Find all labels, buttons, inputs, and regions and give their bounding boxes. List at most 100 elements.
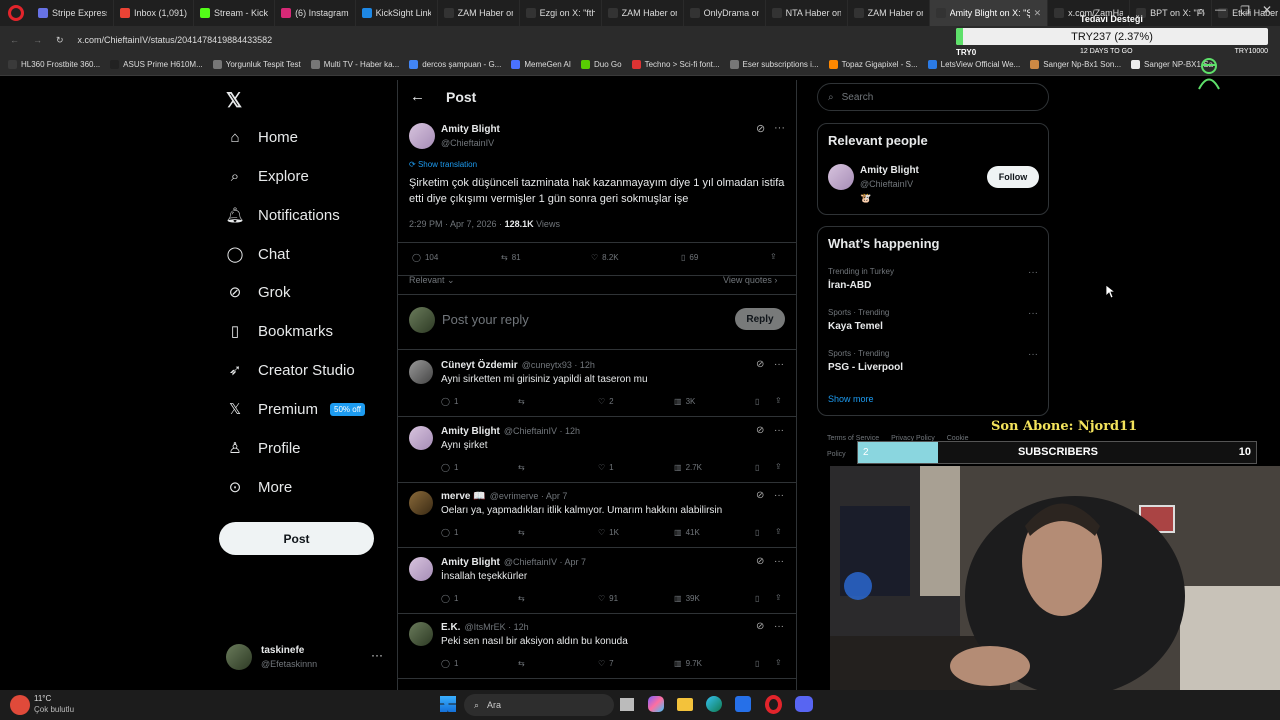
reply-button[interactable]: Reply — [735, 308, 785, 330]
post-time[interactable]: 2:29 PM · Apr 7, 2026 · — [409, 219, 505, 229]
browser-tab[interactable]: OnlyDrama on — [684, 0, 766, 26]
bookmark-icon[interactable]: ▯ — [755, 463, 759, 472]
sort-dropdown[interactable]: Relevant ⌄ — [409, 275, 455, 286]
replies-action[interactable]: ◯ 1 — [441, 659, 458, 668]
avatar[interactable] — [409, 123, 435, 149]
more-dots-icon[interactable]: ··· — [1028, 308, 1038, 319]
bookmark-item[interactable]: Duo Go — [581, 60, 622, 69]
reply-input[interactable]: Post your reply — [442, 312, 529, 327]
likes-action[interactable]: ♡ 91 — [598, 594, 618, 603]
close-window-button[interactable]: ✕ — [1262, 3, 1272, 17]
trend-item[interactable]: Sports · Trending PSG - Liverpool ··· — [818, 349, 1048, 385]
start-button[interactable] — [440, 696, 456, 712]
view-quotes-link[interactable]: View quotes › — [723, 275, 777, 285]
replies-action[interactable]: ◯ 1 — [441, 594, 458, 603]
author-name[interactable]: Amity Blight — [441, 124, 500, 135]
browser-tab[interactable]: ZAM Haber on — [602, 0, 684, 26]
share-icon[interactable]: ⇪ — [775, 396, 782, 405]
browser-tab[interactable]: NTA Haber on — [766, 0, 848, 26]
bookmark-item[interactable]: Techno > Sci-fi font... — [631, 60, 720, 69]
weather-temperature[interactable]: 11°C — [34, 694, 51, 703]
nav-item-notifications[interactable]: 🔔︎ Notifications — [225, 206, 339, 225]
browser-tab[interactable]: KickSight Link — [356, 0, 438, 26]
bookmark-item[interactable]: Yorgunluk Tespit Test — [212, 60, 301, 69]
bookmark-item[interactable]: Eser subscriptions i... — [729, 60, 819, 69]
repost-action[interactable]: ⇆ 81 — [501, 253, 521, 262]
reply-author-handle[interactable]: @ChieftainIV · 12h — [504, 426, 580, 436]
more-dots-icon[interactable]: ··· — [774, 359, 784, 370]
likes-action[interactable]: ♡ 1K — [598, 528, 619, 537]
search-input[interactable]: ⌕ Search — [817, 83, 1049, 111]
nav-item-grok[interactable]: ⊘ Grok — [226, 283, 291, 302]
share-icon[interactable]: ⇪ — [775, 527, 782, 536]
bookmark-item[interactable]: dercos şampuan - G... — [409, 60, 501, 69]
replies-action[interactable]: ◯ 1 — [441, 397, 458, 406]
browser-tab[interactable]: Stream - Kick — [194, 0, 276, 26]
reply-author-handle[interactable]: @evrimerve · Apr 7 — [490, 491, 568, 501]
grok-icon[interactable]: ⊘ — [756, 359, 764, 370]
reply-author-handle[interactable]: @cuneytx93 · 12h — [522, 360, 595, 370]
more-dots-icon[interactable]: ··· — [774, 490, 784, 501]
person-handle[interactable]: @ChieftainIV — [860, 179, 913, 189]
file-explorer-icon[interactable] — [620, 698, 634, 711]
bookmark-icon[interactable]: ▯ — [755, 659, 759, 668]
person-name[interactable]: Amity Blight — [860, 165, 919, 176]
grok-icon[interactable]: ⊘ — [756, 490, 764, 501]
more-dots-icon[interactable]: ··· — [774, 621, 784, 632]
browser-tab[interactable]: Amity Blight on X: "Şirk ✕ — [929, 0, 1049, 26]
views-action[interactable]: ▥ 39K — [674, 594, 700, 603]
nav-item-premium[interactable]: 𝕏 Premium 50% off — [226, 400, 365, 418]
bookmark-item[interactable]: ASUS Prime H610M... — [110, 60, 203, 69]
browser-tab[interactable]: Stripe Express — [32, 0, 114, 26]
nav-item-explore[interactable]: ⌕ Explore — [226, 167, 309, 185]
author-handle[interactable]: @ChieftainIV — [441, 138, 494, 148]
like-action[interactable]: ♡ 8.2K — [591, 253, 619, 262]
more-dots-icon[interactable]: ··· — [774, 122, 785, 134]
weather-icon[interactable] — [10, 695, 30, 715]
show-translation-link[interactable]: ⟳ Show translation — [409, 160, 477, 169]
more-dots-icon[interactable]: ··· — [1028, 349, 1038, 360]
avatar[interactable] — [409, 425, 433, 450]
nav-item-bookmarks[interactable]: ▯ Bookmarks — [226, 322, 333, 341]
edge-icon[interactable] — [706, 696, 722, 712]
browser-tab[interactable]: (6) Instagram — [275, 0, 356, 26]
reposts-action[interactable]: ⇆ — [518, 659, 529, 668]
views-action[interactable]: ▥ 2.7K — [674, 463, 702, 472]
reply-action[interactable]: ◯ 104 — [412, 253, 438, 262]
back-icon[interactable]: ← — [10, 35, 19, 45]
share-icon[interactable]: ⇪ — [775, 462, 782, 471]
bookmark-item[interactable]: MemeGen AI — [511, 60, 571, 69]
avatar[interactable] — [409, 491, 433, 515]
share-icon[interactable]: ⇪ — [775, 593, 782, 602]
weather-condition[interactable]: Çok bulutlu — [34, 705, 74, 714]
more-dots-icon[interactable]: ··· — [371, 648, 383, 662]
trend-item[interactable]: Sports · Trending Kaya Temel ··· — [818, 308, 1048, 344]
grok-icon[interactable]: ⊘ — [756, 556, 764, 567]
post-button[interactable]: Post — [219, 522, 374, 555]
search-tabs-icon[interactable]: ⌕ — [1198, 5, 1204, 18]
taskbar-search[interactable]: ⌕ Ara — [464, 694, 614, 716]
bookmark-item[interactable]: LetsView Official We... — [927, 60, 1020, 69]
reposts-action[interactable]: ⇆ — [518, 594, 529, 603]
likes-action[interactable]: ♡ 1 — [598, 463, 614, 472]
bookmark-item[interactable]: HL360 Frostbite 360... — [8, 60, 100, 69]
grok-icon[interactable]: ⊘ — [756, 621, 764, 632]
reply-author-handle[interactable]: @ItsMrEK · 12h — [464, 622, 528, 632]
show-more-link[interactable]: Show more — [828, 394, 874, 404]
reply-item[interactable]: Amity Blight @ChieftainIV · Apr 7 ⊘ ··· İnsa… — [398, 549, 796, 614]
more-dots-icon[interactable]: ··· — [774, 556, 784, 567]
bookmark-action[interactable]: ▯ 69 — [681, 253, 698, 262]
browser-tab[interactable]: Inbox (1,091) — [114, 0, 195, 26]
replies-action[interactable]: ◯ 1 — [441, 463, 458, 472]
follow-button[interactable]: Follow — [987, 166, 1039, 188]
opera-taskbar-icon[interactable] — [765, 695, 782, 714]
bookmark-item[interactable]: Topaz Gigapixel - S... — [828, 60, 918, 69]
reply-author-name[interactable]: Cüneyt Özdemir — [441, 360, 518, 371]
reply-item[interactable]: merve 📖 @evrimerve · Apr 7 ⊘ ··· Oeları ya, … — [398, 483, 796, 548]
store-icon[interactable] — [735, 696, 751, 712]
reply-author-name[interactable]: Amity Blight — [441, 426, 500, 437]
forward-icon[interactable]: → — [33, 35, 42, 45]
folder-icon[interactable] — [677, 698, 693, 711]
reply-author-name[interactable]: Amity Blight — [441, 557, 500, 568]
likes-action[interactable]: ♡ 7 — [598, 659, 614, 668]
